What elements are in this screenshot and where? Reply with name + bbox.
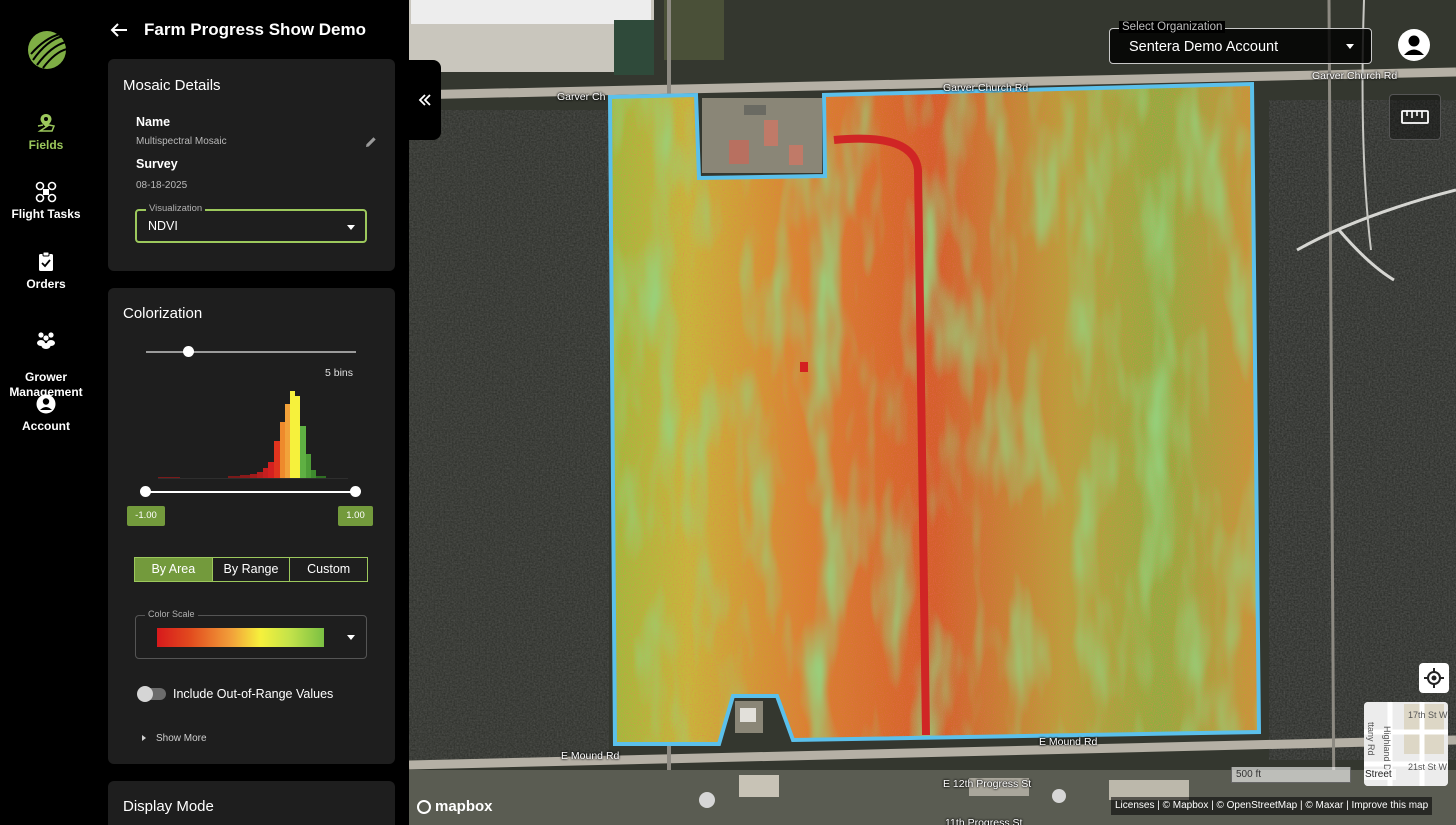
nav-fields[interactable]: Fields bbox=[0, 112, 92, 152]
satellite-imagery bbox=[409, 0, 1456, 825]
nav-flight-tasks[interactable]: Flight Tasks bbox=[0, 181, 92, 221]
mapbox-logo-icon bbox=[417, 799, 431, 814]
drone-icon bbox=[35, 181, 57, 203]
collapse-sidebar-button[interactable] bbox=[409, 60, 441, 140]
name-value: Multispectral Mosaic bbox=[136, 136, 227, 147]
road-label: Garver Ch bbox=[557, 91, 606, 103]
main-nav: Fields Flight Tasks Orders Grower Manage… bbox=[0, 0, 92, 825]
bins-slider-track bbox=[146, 351, 356, 353]
range-max-badge: 1.00 bbox=[338, 506, 373, 526]
mode-custom[interactable]: Custom bbox=[290, 558, 367, 581]
display-mode-card: Display Mode bbox=[108, 781, 395, 825]
histogram-bar bbox=[240, 475, 250, 478]
back-arrow-icon[interactable] bbox=[108, 19, 130, 41]
sidebar-header: Farm Progress Show Demo bbox=[108, 18, 366, 42]
mapbox-wordmark: mapbox bbox=[435, 798, 493, 815]
nav-label: Flight Tasks bbox=[11, 207, 81, 221]
ndvi-histogram bbox=[158, 386, 348, 479]
nav-orders[interactable]: Orders bbox=[0, 251, 92, 291]
colorization-heading: Colorization bbox=[123, 305, 203, 322]
road-label: E Mound Rd bbox=[1039, 736, 1098, 748]
histogram-bar bbox=[228, 476, 240, 478]
map-style-label: Street bbox=[1364, 769, 1396, 780]
page-title: Farm Progress Show Demo bbox=[144, 20, 367, 39]
nav-label: Account bbox=[22, 419, 70, 433]
range-min-knob[interactable] bbox=[140, 486, 151, 497]
mosaic-details-heading: Mosaic Details bbox=[123, 77, 221, 94]
mosaic-sidebar: Farm Progress Show Demo Mosaic Details N… bbox=[92, 0, 409, 825]
chevron-right-icon bbox=[142, 735, 146, 741]
visualization-value: NDVI bbox=[148, 219, 178, 233]
histogram-bar bbox=[250, 474, 257, 478]
road-label: E Mound Rd bbox=[561, 750, 620, 762]
map-style-road-label: ttany Rd bbox=[1366, 722, 1376, 756]
out-of-range-label: Include Out-of-Range Values bbox=[173, 687, 334, 701]
map-style-road-label: 17th St W bbox=[1408, 710, 1448, 720]
display-mode-heading: Display Mode bbox=[123, 798, 214, 815]
road-label: 11th Progress St bbox=[945, 817, 1023, 825]
road-label: E 12th Progress St bbox=[943, 778, 1032, 790]
mode-by-range[interactable]: By Range bbox=[213, 558, 291, 581]
edit-pencil-icon[interactable] bbox=[364, 135, 378, 149]
range-max-knob[interactable] bbox=[350, 486, 361, 497]
visualization-select[interactable]: Visualization NDVI bbox=[135, 203, 367, 243]
ndvi-field-overlay[interactable] bbox=[607, 81, 1262, 746]
nav-label: Fields bbox=[28, 138, 64, 152]
map-pin-icon bbox=[37, 114, 56, 132]
range-min-badge: -1.00 bbox=[127, 506, 165, 526]
mapbox-logo[interactable]: mapbox bbox=[417, 798, 493, 815]
map-attribution[interactable]: Licenses | © Mapbox | © OpenStreetMap | … bbox=[1111, 797, 1433, 815]
histogram-bar bbox=[158, 477, 180, 478]
user-account-icon[interactable] bbox=[1397, 28, 1431, 62]
colorization-card: Colorization 5 bins -1.00 1.00 By Area B… bbox=[108, 288, 395, 764]
mode-by-area[interactable]: By Area bbox=[135, 558, 213, 581]
nav-grower-management[interactable]: Grower Management bbox=[0, 314, 92, 400]
nav-label: Orders bbox=[26, 277, 66, 291]
nav-account[interactable]: Account bbox=[0, 393, 92, 433]
organization-label: Select Organization bbox=[1119, 21, 1226, 33]
visualization-label: Visualization bbox=[146, 203, 206, 214]
color-scale-gradient bbox=[157, 628, 324, 647]
map-style-thumbnail[interactable]: 17th St W ttany Rd Highland D 21st St W … bbox=[1364, 702, 1448, 786]
organization-value: Sentera Demo Account bbox=[1129, 39, 1279, 55]
survey-label: Survey bbox=[136, 157, 178, 171]
bins-count: 5 bins bbox=[325, 367, 354, 379]
ruler-icon bbox=[1401, 110, 1429, 124]
caret-down-icon bbox=[1346, 44, 1354, 49]
name-label: Name bbox=[136, 115, 171, 129]
color-scale-select[interactable]: Color Scale bbox=[135, 609, 367, 659]
show-more-label: Show More bbox=[156, 733, 207, 744]
colorization-mode-toggle: By Area By Range Custom bbox=[134, 557, 368, 582]
locate-me-button[interactable] bbox=[1419, 663, 1449, 693]
sentera-logo-icon[interactable] bbox=[27, 30, 67, 70]
account-icon bbox=[36, 394, 56, 414]
measure-tool-button[interactable] bbox=[1389, 94, 1441, 140]
group-icon bbox=[37, 332, 55, 349]
map-scale-bar: 500 ft bbox=[1231, 767, 1351, 783]
survey-value: 08-18-2025 bbox=[136, 180, 188, 191]
crosshair-icon bbox=[1424, 668, 1444, 688]
toggle-knob bbox=[137, 686, 153, 702]
road-label: Garver Church Rd bbox=[1312, 70, 1398, 82]
road-label: Garver Church Rd bbox=[943, 82, 1029, 94]
bins-slider-knob[interactable] bbox=[183, 346, 194, 357]
organization-select[interactable]: Select Organization Sentera Demo Account bbox=[1109, 21, 1372, 64]
bins-slider[interactable] bbox=[146, 345, 356, 359]
show-more-toggle[interactable]: Show More bbox=[142, 733, 207, 744]
range-slider-track bbox=[144, 491, 356, 493]
map-style-road-label: Highland D bbox=[1382, 726, 1392, 771]
caret-down-icon bbox=[347, 635, 355, 640]
color-scale-label: Color Scale bbox=[145, 609, 198, 619]
caret-down-icon bbox=[347, 225, 355, 230]
range-slider[interactable] bbox=[140, 485, 362, 499]
clipboard-icon bbox=[39, 251, 53, 271]
map-style-road-label: 21st St W bbox=[1408, 762, 1448, 772]
double-chevron-left-icon bbox=[418, 94, 431, 106]
mosaic-details-card: Mosaic Details Name Multispectral Mosaic… bbox=[108, 59, 395, 271]
histogram-bar bbox=[316, 476, 326, 478]
map-canvas[interactable]: Garver Ch Garver Church Rd Garver Church… bbox=[409, 0, 1456, 825]
out-of-range-toggle[interactable] bbox=[137, 686, 166, 702]
